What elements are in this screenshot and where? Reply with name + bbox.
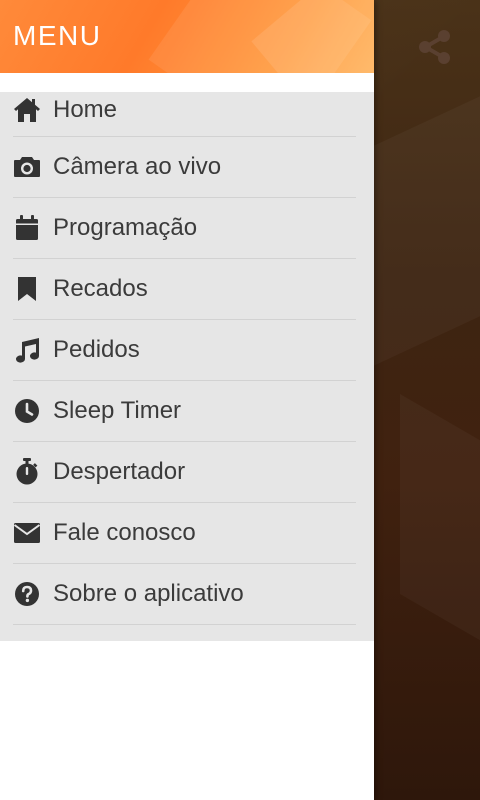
menu-item-about[interactable]: Sobre o aplicativo: [13, 564, 356, 625]
bookmark-icon: [13, 275, 41, 303]
home-icon: [13, 96, 41, 124]
menu-item-requests[interactable]: Pedidos: [13, 320, 356, 381]
menu-item-contact[interactable]: Fale conosco: [13, 503, 356, 564]
calendar-icon: [13, 214, 41, 242]
drawer-header: MENU: [0, 0, 374, 73]
background-facet: [400, 394, 480, 646]
menu-item-label: Pedidos: [53, 336, 140, 363]
drawer-menu: Home Câmera ao vivo Programação Recados: [0, 92, 374, 641]
menu-item-alarm[interactable]: Despertador: [13, 442, 356, 503]
menu-item-messages[interactable]: Recados: [13, 259, 356, 320]
menu-item-home[interactable]: Home: [13, 92, 356, 137]
envelope-icon: [13, 519, 41, 547]
drawer-spacer: [0, 73, 374, 92]
question-circle-icon: [13, 580, 41, 608]
stopwatch-icon: [13, 458, 41, 486]
menu-item-camera[interactable]: Câmera ao vivo: [13, 137, 356, 198]
menu-item-label: Programação: [53, 214, 198, 241]
menu-item-label: Sobre o aplicativo: [53, 580, 244, 607]
clock-icon: [13, 397, 41, 425]
share-button[interactable]: [414, 26, 456, 68]
menu-item-sleep-timer[interactable]: Sleep Timer: [13, 381, 356, 442]
drawer-title: MENU: [13, 20, 102, 51]
menu-item-label: Sleep Timer: [53, 397, 182, 424]
menu-item-label: Home: [53, 96, 118, 123]
menu-item-label: Fale conosco: [53, 519, 196, 546]
camera-icon: [13, 153, 41, 181]
navigation-drawer: MENU Home Câmera ao vivo Programação Rec…: [0, 0, 374, 800]
music-note-icon: [13, 336, 41, 364]
share-icon: [419, 30, 450, 64]
menu-item-label: Despertador: [53, 458, 186, 485]
menu-item-schedule[interactable]: Programação: [13, 198, 356, 259]
menu-item-label: Recados: [53, 275, 148, 302]
menu-item-label: Câmera ao vivo: [53, 153, 222, 180]
background-facet: [374, 94, 480, 365]
